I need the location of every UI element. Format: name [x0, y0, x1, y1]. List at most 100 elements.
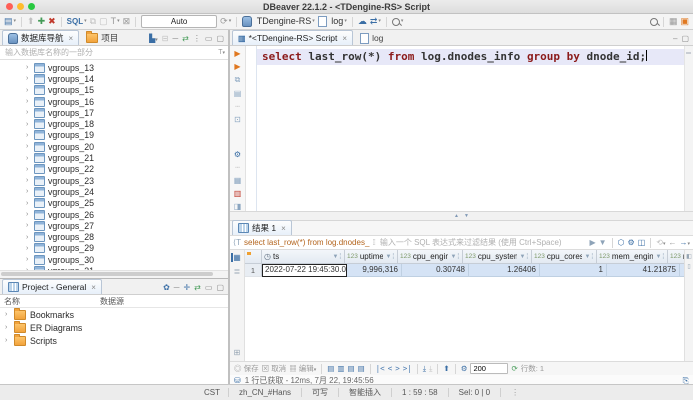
- minimize-view-icon[interactable]: ‒: [673, 34, 677, 43]
- chevron-right-icon[interactable]: ›: [26, 98, 31, 105]
- save-changes-button[interactable]: ◎ 保存: [234, 363, 259, 374]
- chevron-right-icon[interactable]: ›: [26, 143, 31, 150]
- back-arrow-icon[interactable]: ←: [668, 238, 676, 247]
- chevron-right-icon[interactable]: ›: [26, 87, 31, 94]
- grid-cell[interactable]: 9,996,316: [347, 264, 402, 277]
- global-search-button[interactable]: [650, 18, 658, 26]
- grid-row[interactable]: 1 2022-07-22 19:45:30.0009,996,3160.3074…: [245, 264, 684, 277]
- tab-results-1[interactable]: 结果 1 ×: [232, 220, 292, 235]
- chevron-right-icon[interactable]: ›: [26, 75, 31, 82]
- link-with-editor-icon[interactable]: ⇄: [182, 34, 189, 43]
- script-icon[interactable]: ▤: [234, 89, 242, 98]
- navigator-hscrollbar[interactable]: [0, 270, 228, 278]
- column-name[interactable]: 名称: [0, 296, 100, 307]
- grid-cell[interactable]: 0.30748: [402, 264, 469, 277]
- collapse-up-icon[interactable]: ▲: [454, 213, 459, 219]
- minimize-icon[interactable]: ─: [173, 34, 179, 43]
- result-grid[interactable]: ◷ ts ▼╎ 123 uptime ▼╎ 123 cpu_engine ▼╎: [245, 250, 684, 361]
- tree-item[interactable]: › vgroups_26: [0, 209, 228, 220]
- chevron-right-icon[interactable]: ›: [26, 121, 31, 128]
- grid-cell[interactable]: 2022-07-22 19:45:30.000: [262, 264, 347, 277]
- first-row-button[interactable]: |<: [376, 364, 385, 373]
- tree-item[interactable]: › vgroups_20: [0, 141, 228, 152]
- tasks-icon[interactable]: ⇄▾: [370, 15, 381, 28]
- column-name[interactable]: ts: [273, 252, 330, 261]
- calc-panel-icon[interactable]: ⊞: [234, 348, 241, 357]
- tree-item[interactable]: › vgroups_22: [0, 164, 228, 175]
- column-name[interactable]: uptime: [360, 252, 384, 261]
- tree-item[interactable]: › vgroups_28: [0, 231, 228, 242]
- chevron-right-icon[interactable]: ›: [26, 222, 31, 229]
- chevron-right-icon[interactable]: ›: [5, 311, 10, 318]
- close-icon[interactable]: ×: [342, 34, 347, 43]
- chevron-right-icon[interactable]: ›: [26, 177, 31, 184]
- editor-results-splitter[interactable]: ▲ ▼: [230, 212, 693, 221]
- filter-settings-icon[interactable]: ⚙: [628, 238, 635, 247]
- cancel-changes-button[interactable]: ⊠ 取消: [262, 363, 287, 374]
- filter-sort-icon[interactable]: ▼╎: [385, 253, 395, 260]
- grid-cell[interactable]: 1.26406: [469, 264, 540, 277]
- project-tree-item[interactable]: › Bookmarks: [0, 308, 228, 321]
- chevron-right-icon[interactable]: ›: [26, 245, 31, 252]
- filter-dropdown-icon[interactable]: ▼: [599, 238, 607, 247]
- column-header[interactable]: 123 cpu_system ▼╎: [463, 250, 532, 263]
- maximize-view-icon[interactable]: ▢: [216, 34, 224, 43]
- link-with-editor-icon[interactable]: ⇄: [194, 283, 201, 292]
- tree-item[interactable]: › vgroups_19: [0, 130, 228, 141]
- row-number[interactable]: 1: [245, 264, 262, 277]
- perspective-icon[interactable]: ▣: [680, 15, 689, 28]
- chevron-right-icon[interactable]: ›: [26, 109, 31, 116]
- open-file-icon[interactable]: ◨: [234, 202, 242, 211]
- tree-item[interactable]: › vgroups_17: [0, 107, 228, 118]
- close-window-button[interactable]: [6, 3, 13, 10]
- column-header[interactable]: 123 mem_engine ▼╎: [597, 250, 668, 263]
- tab-database-navigator[interactable]: 数据库导航 ×: [2, 30, 79, 45]
- save-to-file-icon[interactable]: ▦: [234, 176, 242, 185]
- maximize-window-button[interactable]: [28, 3, 35, 10]
- add-row-icon[interactable]: ▤: [327, 364, 334, 373]
- next-row-button[interactable]: >: [395, 364, 400, 373]
- caret-position-label[interactable]: 1 : 59 : 58: [392, 388, 448, 397]
- scrollbar-thumb[interactable]: [1, 272, 213, 276]
- project-tree-item[interactable]: › ER Diagrams: [0, 321, 228, 334]
- grid-view-toggle[interactable]: ▦: [231, 253, 243, 262]
- settings-gear-icon[interactable]: ✿: [163, 283, 170, 292]
- rollback-button[interactable]: ✖: [48, 15, 56, 28]
- duplicate-row-icon[interactable]: ▥: [337, 364, 344, 373]
- minimize-view-icon[interactable]: ▭: [205, 34, 213, 43]
- last-row-button[interactable]: >|: [403, 364, 412, 373]
- tree-item[interactable]: › vgroups_27: [0, 220, 228, 231]
- history-icon[interactable]: ⟲▾: [656, 238, 665, 247]
- chevron-right-icon[interactable]: ›: [5, 324, 10, 331]
- minimize-window-button[interactable]: [17, 3, 24, 10]
- panels-icon[interactable]: ◫: [638, 238, 646, 247]
- grid-cell[interactable]: 41.21875: [607, 264, 680, 277]
- tree-item[interactable]: › vgroups_14: [0, 73, 228, 84]
- column-name[interactable]: cpu_system: [478, 252, 518, 261]
- grid-cell[interactable]: 1: [540, 264, 607, 277]
- forward-arrow-icon[interactable]: →▾: [679, 238, 690, 247]
- chevron-right-icon[interactable]: ›: [26, 166, 31, 173]
- save-button[interactable]: ▤▾: [4, 15, 16, 28]
- insert-mode-label[interactable]: 智能插入: [339, 387, 391, 398]
- navigator-filter-input[interactable]: [3, 46, 216, 59]
- chevron-right-icon[interactable]: ›: [26, 211, 31, 218]
- expand-icon[interactable]: ✛: [183, 283, 190, 292]
- sql-editor[interactable]: ▶ ▶ ⧉ ▤ ┄ ⊡ ⚙ ┄ ▦ ▥ ◨ select last_row(*)…: [230, 46, 693, 212]
- statusbar-menu-icon[interactable]: ⋮: [501, 388, 529, 397]
- tab-sql-script[interactable]: ▥ *<TDengine-RS> Script ×: [232, 30, 353, 45]
- explain-plan-icon[interactable]: ⊡: [234, 115, 241, 124]
- maximize-view-icon[interactable]: ▢: [681, 34, 689, 43]
- auto-refresh-icon[interactable]: ⟳: [511, 364, 517, 373]
- filter-sort-icon[interactable]: ▼╎: [584, 253, 594, 260]
- tree-item[interactable]: › vgroups_25: [0, 198, 228, 209]
- settings-gear-icon[interactable]: ⚙: [461, 364, 468, 373]
- column-name[interactable]: mem_engine: [612, 252, 654, 261]
- delete-script-icon[interactable]: ▥: [234, 189, 242, 198]
- tree-item[interactable]: › vgroups_13: [0, 62, 228, 73]
- tab-log[interactable]: log: [354, 30, 389, 45]
- chevron-right-icon[interactable]: ›: [26, 132, 31, 139]
- checkpoint-icon[interactable]: ⬆: [27, 15, 35, 28]
- grid-corner-cell[interactable]: [245, 250, 262, 263]
- collapse-all-icon[interactable]: ⊟: [162, 34, 169, 43]
